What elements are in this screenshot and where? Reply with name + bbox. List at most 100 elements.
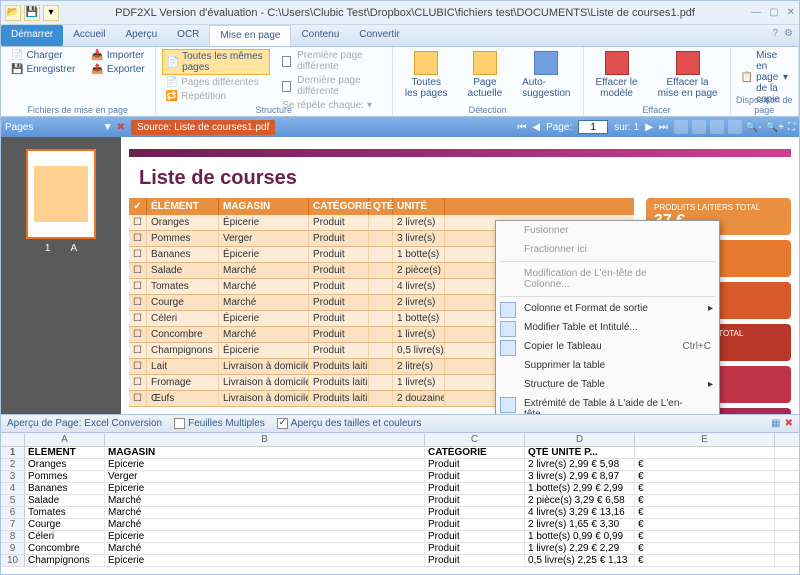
menu-contenu[interactable]: Contenu [291, 25, 349, 46]
menu-mise-en-page[interactable]: Mise en page [209, 25, 291, 46]
colh-c[interactable]: C [425, 433, 525, 446]
qat-dropdown-icon[interactable]: ▾ [43, 5, 59, 21]
source-label: Source: Liste de courses1.pdf [131, 120, 275, 135]
menu-accueil[interactable]: Accueil [63, 25, 115, 46]
ctx-colonne[interactable]: Colonne et Format de sortie▸ [496, 299, 719, 318]
nav-next-icon[interactable]: ▶ [645, 122, 653, 133]
toutes-pages-button[interactable]: Toutes les pages [399, 49, 454, 101]
page-thumbnail[interactable] [26, 149, 96, 239]
ribbon: 📄 Charger 💾 Enregistrer 📥 Importer 📤 Exp… [1, 47, 799, 117]
excel-row[interactable]: 3PommesVergerProduit3 livre(s) 2,99 € 8,… [1, 471, 799, 483]
premiere-page-check[interactable]: Première page différente [278, 49, 386, 73]
excel-row[interactable]: 7CourgeMarchéProduit2 livre(s) 1,65 € 3,… [1, 519, 799, 531]
colh-e[interactable]: E [635, 433, 775, 446]
enregistrer-button[interactable]: 💾 Enregistrer [7, 63, 79, 76]
window-title: PDF2XL Version d'évaluation - C:\Users\C… [59, 7, 751, 19]
tool-icon-4[interactable] [728, 120, 742, 134]
header-edge-icon [500, 397, 516, 413]
maximize-icon[interactable]: ▢ [769, 7, 778, 18]
ribbon-label-effacer: Effacer [584, 105, 730, 115]
zoom-out-icon[interactable]: 🔍- [746, 122, 762, 133]
document-canvas[interactable]: Liste de courses ✓ ÉLÉMENT MAGASIN CATÉG… [121, 137, 799, 414]
auto-suggestion-button[interactable]: Auto-suggestion [516, 49, 576, 101]
excel-col-headers: A B C D E [1, 433, 799, 447]
ribbon-label-structure: Structure [156, 105, 392, 115]
tool-icon-2[interactable] [692, 120, 706, 134]
preview-icon-1[interactable]: ▦ [771, 418, 780, 429]
nav-prev-icon[interactable]: ◀ [532, 122, 540, 133]
tailles-check[interactable]: Aperçu des tailles et couleurs [277, 418, 422, 429]
nav-first-icon[interactable]: ⏮ [517, 122, 526, 133]
settings-icon[interactable]: ⚙ [784, 28, 793, 43]
effacer-mise-button[interactable]: Effacer la mise en page [652, 49, 724, 101]
thumbnail-label: 1A [1, 243, 121, 254]
page-label: Page: [546, 122, 572, 133]
excel-preview: A B C D E 1 ÉLÉMENT MAGASIN CATÉGORIE QT… [1, 432, 799, 574]
context-menu: Fusionner Fractionner ici Modification d… [495, 220, 720, 414]
colh-a[interactable]: A [25, 433, 105, 446]
menu-demarrer[interactable]: Démarrer [1, 25, 63, 46]
zoom-fit-icon[interactable]: ⛶ [788, 122, 795, 133]
excel-row[interactable]: 8CéleriÉpicerieProduit1 botte(s) 0,99 € … [1, 531, 799, 543]
ctx-fractionner: Fractionner ici [496, 240, 719, 259]
help-icon[interactable]: ? [772, 28, 778, 43]
pages-panel-title: Pages [5, 122, 33, 133]
excel-row[interactable]: 6TomatesMarchéProduit4 livre(s) 3,29 € 1… [1, 507, 799, 519]
navigation-bar: Pages ▼ ✖ Source: Liste de courses1.pdf … [1, 117, 799, 137]
page-total: sur: 1 [614, 122, 639, 133]
exporter-button[interactable]: 📤 Exporter [87, 63, 148, 76]
ctx-modifier-table[interactable]: Modifier Table et Intitulé... [496, 318, 719, 337]
effacer-modele-button[interactable]: Effacer le modèle [590, 49, 644, 101]
ribbon-group-structure: 📄 Toutes les mêmes pages 📄 Pages différe… [156, 47, 393, 116]
close-icon[interactable]: ✕ [787, 7, 795, 18]
ribbon-group-effacer: Effacer le modèle Effacer la mise en pag… [584, 47, 731, 116]
menu-convertir[interactable]: Convertir [349, 25, 410, 46]
ctx-supprimer[interactable]: Supprimer la table [496, 356, 719, 375]
colh-d[interactable]: D [525, 433, 635, 446]
excel-row[interactable]: 9ConcombreMarchéProduit1 livre(s) 2,29 €… [1, 543, 799, 555]
pages-funnel-icon[interactable]: ▼ [103, 122, 113, 133]
zoom-in-icon[interactable]: 🔍+ [766, 122, 784, 133]
pages-close-icon[interactable]: ✖ [117, 122, 125, 133]
window-buttons: — ▢ ✕ [751, 7, 795, 18]
page-actuelle-button[interactable]: Page actuelle [462, 49, 508, 101]
menu-ocr[interactable]: OCR [167, 25, 209, 46]
tool-icon-3[interactable] [710, 120, 724, 134]
ctx-structure[interactable]: Structure de Table▸ [496, 375, 719, 394]
excel-header-row: 1 ÉLÉMENT MAGASIN CATÉGORIE QTÉ UNITÉ P.… [1, 447, 799, 459]
selected-table[interactable]: ✓ ÉLÉMENT MAGASIN CATÉGORIE QTÉ UNITÉ ☐O… [129, 198, 634, 414]
minimize-icon[interactable]: — [751, 7, 761, 18]
excel-row[interactable]: 4BananesÉpicerieProduit1 botte(s) 2,99 €… [1, 483, 799, 495]
qat-save-icon[interactable]: 💾 [24, 5, 40, 21]
ribbon-group-detection: Toutes les pages Page actuelle Auto-sugg… [393, 47, 584, 116]
excel-row[interactable]: 5SaladeMarchéProduit2 pièce(s) 3,29 € 6,… [1, 495, 799, 507]
nav-last-icon[interactable]: ⏭ [659, 122, 668, 133]
preview-close-icon[interactable]: ✖ [785, 418, 793, 429]
rownum[interactable]: 1 [1, 447, 25, 458]
main-area: 1A Liste de courses ✓ ÉLÉMENT MAGASIN CA… [1, 137, 799, 414]
ctx-extremite[interactable]: Extrémité de Table à L'aide de L'en-tête [496, 394, 719, 414]
ctx-copier[interactable]: Copier le TableauCtrl+C [496, 337, 719, 356]
excel-row[interactable]: 10ChampignonsÉpicerieProduit0,5 livre(s)… [1, 555, 799, 567]
preview-bar: Aperçu de Page: Excel Conversion Feuille… [1, 414, 799, 432]
ribbon-label-detection: Détection [393, 105, 583, 115]
importer-button[interactable]: 📥 Importer [87, 49, 148, 62]
ctx-fusionner: Fusionner [496, 221, 719, 240]
charger-button[interactable]: 📄 Charger [7, 49, 79, 62]
qat-open-icon[interactable]: 📂 [5, 5, 21, 21]
tool-icon-1[interactable] [674, 120, 688, 134]
menu-apercu[interactable]: Aperçu [115, 25, 167, 46]
edit-table-icon [500, 321, 516, 337]
repetition-button[interactable]: 🔁 Répétition [162, 90, 271, 103]
ribbon-label-fichiers: Fichiers de mise en page [1, 105, 155, 115]
ribbon-label-disposition: Disposition de page [731, 95, 798, 115]
toutes-memes-pages-button[interactable]: 📄 Toutes les mêmes pages [162, 49, 271, 75]
pages-differentes-button[interactable]: 📄 Pages différentes [162, 76, 271, 89]
colh-b[interactable]: B [105, 433, 425, 446]
feuilles-check[interactable]: Feuilles Multiples [174, 418, 265, 429]
title-bar: 📂 💾 ▾ PDF2XL Version d'évaluation - C:\U… [1, 1, 799, 25]
derniere-page-check[interactable]: Dernière page différente [278, 74, 386, 98]
excel-row[interactable]: 2OrangesÉpicerieProduit2 livre(s) 2,99 €… [1, 459, 799, 471]
doc-header-bar [129, 149, 791, 157]
page-input[interactable] [578, 120, 608, 134]
